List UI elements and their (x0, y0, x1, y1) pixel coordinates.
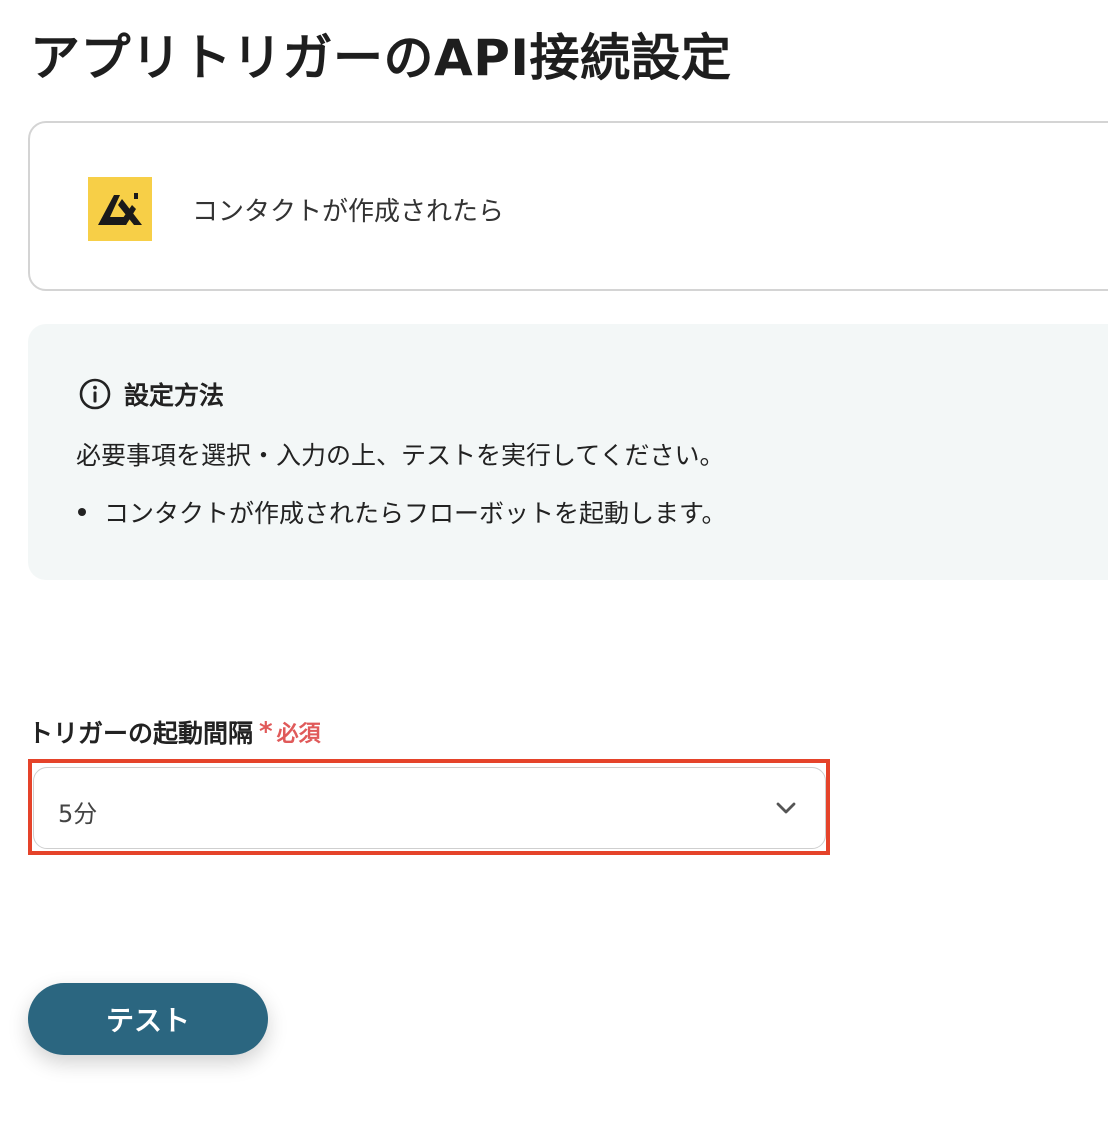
chevron-down-icon[interactable] (775, 800, 797, 816)
info-box: 設定方法 必要事項を選択・入力の上、テストを実行してください。 コンタクトが作成… (28, 324, 1108, 580)
interval-select-value: 5分 (58, 800, 98, 828)
info-title: 設定方法 (124, 381, 225, 410)
page-title: アプリトリガーのAPI接続設定 (30, 29, 732, 87)
required-badge: 必須 (276, 722, 321, 747)
required-asterisk: * (259, 717, 273, 747)
interval-field-label-row: トリガーの起動間隔 * 必須 (28, 714, 321, 750)
interval-select[interactable]: 5分 (33, 767, 826, 849)
app-logo-icon (88, 177, 152, 241)
trigger-name: コンタクトが作成されたら (192, 197, 505, 227)
bullet-dot-icon (78, 508, 86, 516)
interval-field-label: トリガーの起動間隔 (28, 719, 254, 748)
info-header: 設定方法 (78, 376, 224, 412)
info-bullet-item: コンタクトが作成されたらフローボットを起動します。 (78, 494, 727, 530)
info-bullet-text: コンタクトが作成されたらフローボットを起動します。 (104, 499, 727, 528)
info-circle-icon (78, 377, 112, 411)
test-button[interactable]: テスト (28, 983, 268, 1055)
info-description: 必要事項を選択・入力の上、テストを実行してください。 (76, 441, 725, 470)
trigger-app-card[interactable]: コンタクトが作成されたら (28, 121, 1108, 291)
